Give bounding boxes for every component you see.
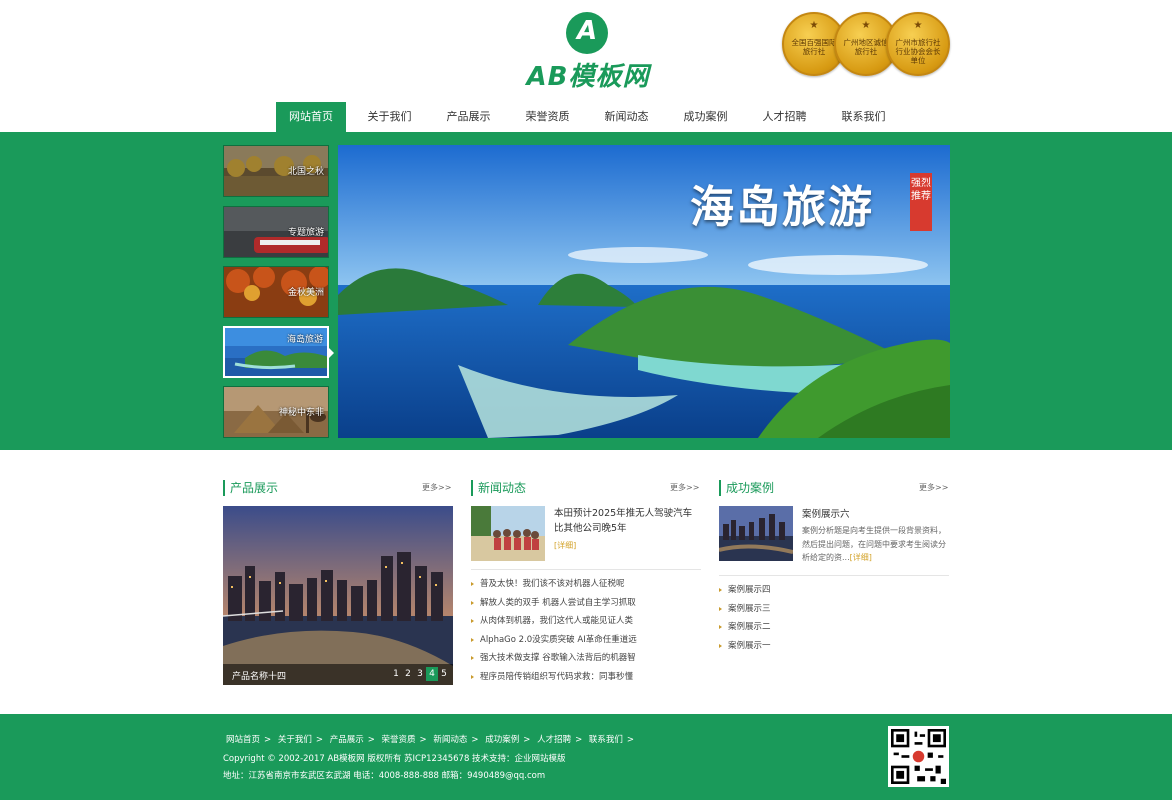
nav-home[interactable]: 网站首页	[276, 102, 346, 132]
slide-title: 海岛旅游	[690, 182, 874, 233]
case-featured-thumb[interactable]	[719, 506, 793, 561]
qr-code-image	[891, 729, 946, 784]
products-section: 产品展示 更多>> 产品名称十四 1 2 3 4 5	[223, 480, 453, 685]
nav-cases[interactable]: 成功案例	[666, 102, 745, 132]
case-item[interactable]: 案例展示二	[719, 618, 949, 637]
more-link[interactable]: 更多>>	[670, 482, 699, 493]
logo-icon: A	[566, 12, 608, 54]
contact-info: 地址：江苏省南京市玄武区玄武湖 电话：4008-888-888 邮箱：94904…	[223, 771, 546, 781]
nav-news[interactable]: 新闻动态	[587, 102, 666, 132]
case-item[interactable]: 案例展示四	[719, 581, 949, 600]
case-item[interactable]: 案例展示三	[719, 600, 949, 619]
case-item[interactable]: 案例展示一	[719, 637, 949, 656]
banner-thumb-1[interactable]: 北国之秋	[223, 145, 329, 197]
divider	[471, 569, 701, 570]
recommend-tag: 强烈推荐	[910, 173, 932, 231]
detail-link[interactable]: [详细]	[554, 540, 576, 551]
news-featured-title[interactable]: 本田预计2025年推无人驾驶汽车 比其他公司晚5年	[554, 506, 704, 536]
header: A AB模板网 ★ 全国百强国际旅行社 ★ 广州地区诚信旅行社 ★ 广州市旅行社…	[0, 0, 1172, 102]
news-item[interactable]: AlphaGo 2.0没实质突破 AI革命任重道远	[471, 631, 701, 650]
news-featured-thumb[interactable]	[471, 506, 545, 561]
logo-text: AB模板网	[526, 62, 650, 92]
active-thumb-arrow	[329, 348, 334, 358]
city-image	[719, 506, 793, 561]
nav-contact[interactable]: 联系我们	[824, 102, 903, 132]
news-item[interactable]: 普及太快！我们该不该对机器人征税呢	[471, 575, 701, 594]
footer-link-contact[interactable]: 联系我们	[589, 735, 623, 745]
news-list: 普及太快！我们该不该对机器人征税呢 解放人类的双手 机器人尝试自主学习抓取 从肉…	[471, 575, 701, 686]
cases-section: 成功案例 更多>> 案例展示六 案例分析题是向考生提供一段背景资料，然后提出问题…	[719, 480, 949, 651]
product-caption: 产品名称十四	[232, 672, 287, 682]
banner-thumb-5[interactable]: 神秘中东非	[223, 386, 329, 438]
footer-nav: 网站首页 > 关于我们 > 产品展示 > 荣誉资质 > 新闻动态 > 成功案例 > 人才招聘…	[226, 735, 635, 745]
footer-link-jobs[interactable]: 人才招聘	[537, 735, 571, 745]
thumb-label: 北国之秋	[287, 167, 324, 177]
banner-thumb-3[interactable]: 金秋美洲	[223, 266, 329, 318]
footer-link-news[interactable]: 新闻动态	[433, 735, 467, 745]
thumb-label: 海岛旅游	[286, 335, 323, 345]
case-list: 案例展示四 案例展示三 案例展示二 案例展示一	[719, 581, 949, 655]
banner-thumb-2[interactable]: 专题旅游	[223, 206, 329, 258]
thumb-label: 神秘中东非	[278, 408, 324, 418]
footer-link-about[interactable]: 关于我们	[278, 735, 312, 745]
star-icon: ★	[913, 20, 923, 31]
site-logo[interactable]: A AB模板网	[522, 12, 654, 92]
city-skyline-image	[223, 506, 453, 685]
detail-link[interactable]: [详细]	[850, 553, 872, 562]
page-2[interactable]: 2	[402, 667, 414, 681]
nav-about[interactable]: 关于我们	[350, 102, 429, 132]
footer-link-products[interactable]: 产品展示	[330, 735, 364, 745]
qr-code-icon	[888, 726, 949, 787]
more-link[interactable]: 更多>>	[422, 482, 451, 493]
case-featured-desc: 案例分析题是向考生提供一段背景资料，然后提出问题，在问题中要求考生阅读分析给定的…	[802, 526, 946, 562]
product-pager: 1 2 3 4 5	[390, 667, 450, 681]
case-featured-title[interactable]: 案例展示六	[802, 506, 850, 520]
main-nav: 网站首页 关于我们 产品展示 荣誉资质 新闻动态 成功案例 人才招聘 联系我们	[276, 102, 903, 132]
section-title: 产品展示	[223, 480, 453, 496]
news-item[interactable]: 从肉体到机器，我们这代人或能见证人类	[471, 612, 701, 631]
honor-badge-3: ★ 广州市旅行社行业协会会长单位	[886, 12, 950, 76]
page-4-active[interactable]: 4	[426, 667, 438, 681]
star-icon: ★	[809, 20, 819, 31]
footer-link-honors[interactable]: 荣誉资质	[382, 735, 416, 745]
content-area: 产品展示 更多>> 产品名称十四 1 2 3 4 5 新闻动态 更多>> 本田预…	[223, 480, 949, 690]
copyright: Copyright © 2002-2017 AB模板网 版权所有 苏ICP123…	[223, 754, 566, 764]
page-5[interactable]: 5	[438, 667, 450, 681]
star-icon: ★	[861, 20, 871, 31]
nav-products[interactable]: 产品展示	[429, 102, 508, 132]
page-1[interactable]: 1	[390, 667, 402, 681]
footer-link-cases[interactable]: 成功案例	[485, 735, 519, 745]
thumb-label: 金秋美洲	[287, 288, 324, 298]
main-slide[interactable]: 海岛旅游 强烈推荐	[338, 145, 950, 438]
footer: 网站首页 > 关于我们 > 产品展示 > 荣誉资质 > 新闻动态 > 成功案例 > 人才招聘…	[0, 714, 1172, 800]
section-title: 新闻动态	[471, 480, 701, 496]
nav-jobs[interactable]: 人才招聘	[745, 102, 824, 132]
section-title: 成功案例	[719, 480, 949, 496]
nav-honors[interactable]: 荣誉资质	[508, 102, 587, 132]
news-item[interactable]: 程序员陪传销组织写代码求救：同事秒懂	[471, 668, 701, 687]
more-link[interactable]: 更多>>	[919, 482, 948, 493]
footer-link-home[interactable]: 网站首页	[226, 735, 260, 745]
group-photo-image	[471, 506, 545, 561]
news-item[interactable]: 强大技术做支撑 谷歌输入法背后的机器智	[471, 649, 701, 668]
news-section: 新闻动态 更多>> 本田预计2025年推无人驾驶汽车 比其他公司晚5年 [详细]…	[471, 480, 701, 682]
thumb-label: 专题旅游	[287, 228, 324, 238]
product-slide[interactable]: 产品名称十四 1 2 3 4 5	[223, 506, 453, 685]
page-3[interactable]: 3	[414, 667, 426, 681]
honor-badges: ★ 全国百强国际旅行社 ★ 广州地区诚信旅行社 ★ 广州市旅行社行业协会会长单位	[782, 12, 952, 78]
divider	[719, 575, 949, 576]
news-item[interactable]: 解放人类的双手 机器人尝试自主学习抓取	[471, 594, 701, 613]
banner-thumb-4[interactable]: 海岛旅游	[223, 326, 329, 378]
